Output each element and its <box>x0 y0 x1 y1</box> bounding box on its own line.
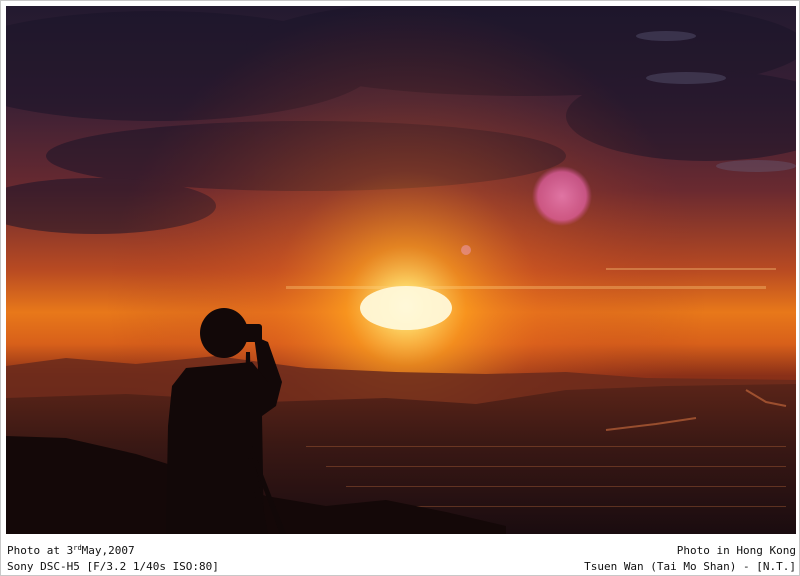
caption-camera-settings: Sony DSC-H5 [F/3.2 1/40s ISO:80] <box>7 560 219 573</box>
photo-caption: Photo at 3rdMay,2007 Sony DSC-H5 [F/3.2 … <box>1 538 800 576</box>
sunset-scene <box>6 6 796 534</box>
sunset-photo <box>6 6 796 534</box>
caption-location-place: Tsuen Wan (Tai Mo Shan) - [N.T.] <box>584 560 796 573</box>
photo-frame: Photo at 3rdMay,2007 Sony DSC-H5 [F/3.2 … <box>0 0 800 576</box>
caption-date: Photo at 3rdMay,2007 <box>7 544 135 557</box>
caption-location-country: Photo in Hong Kong <box>676 544 796 557</box>
